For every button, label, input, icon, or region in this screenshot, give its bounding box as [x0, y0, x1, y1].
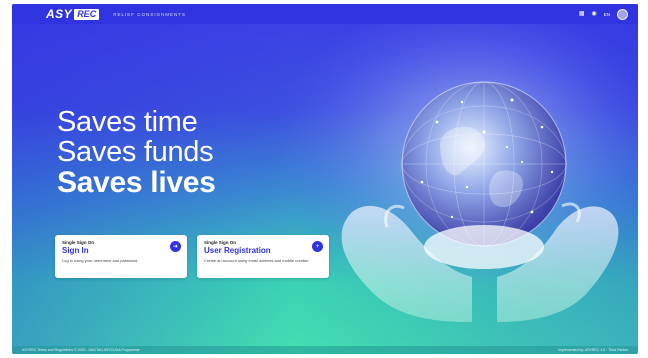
logo-text: ASY	[46, 7, 73, 21]
user-registration-title[interactable]: User Registration	[204, 246, 322, 255]
headline-line-2: Saves funds	[57, 136, 214, 168]
footer-implemented-by[interactable]: Implemented by: ASYREC 1.0 · Third Parti…	[558, 348, 628, 352]
grid-icon[interactable]: ▦	[579, 11, 585, 17]
page-footer: ASYREC Terms and Regulations © 2020 - UN…	[12, 346, 638, 354]
headline-line-1: Saves time	[57, 106, 198, 138]
top-navigation-bar: ASY REC RELIEF CONSIGNMENTS ▦ ◉ EN	[12, 4, 638, 24]
card-kicker: Single Sign On	[204, 240, 237, 245]
sign-in-title[interactable]: Sign In	[62, 246, 180, 255]
card-description: Create an account using email address an…	[204, 258, 309, 263]
sign-in-card[interactable]: Single Sign On Sign In Log in using your…	[55, 235, 187, 278]
help-icon[interactable]: ◉	[591, 11, 596, 17]
topbar-actions: ▦ ◉ EN	[579, 8, 628, 20]
user-registration-card[interactable]: Single Sign On User Registration Create …	[197, 235, 329, 278]
logo-box-text: REC	[74, 8, 100, 20]
arrow-right-icon[interactable]: ➜	[170, 241, 181, 252]
headline-line-3: Saves lives	[57, 166, 216, 199]
globe-in-hands-image	[222, 4, 638, 342]
language-selector[interactable]: EN	[604, 12, 610, 17]
card-kicker: Single Sign On	[62, 240, 95, 245]
hero-headline: Saves time Saves funds Saves lives	[57, 107, 216, 198]
add-user-icon[interactable]: +	[312, 241, 323, 252]
footer-copyright: ASYREC Terms and Regulations © 2020 - UN…	[22, 348, 140, 352]
brand-tagline: RELIEF CONSIGNMENTS	[113, 11, 186, 17]
card-description: Log in using your username and password	[62, 258, 138, 263]
user-avatar[interactable]	[617, 8, 628, 20]
asyrec-logo[interactable]: ASY REC	[46, 7, 100, 21]
app-window: ASY REC RELIEF CONSIGNMENTS ▦ ◉ EN Saves…	[12, 4, 638, 354]
